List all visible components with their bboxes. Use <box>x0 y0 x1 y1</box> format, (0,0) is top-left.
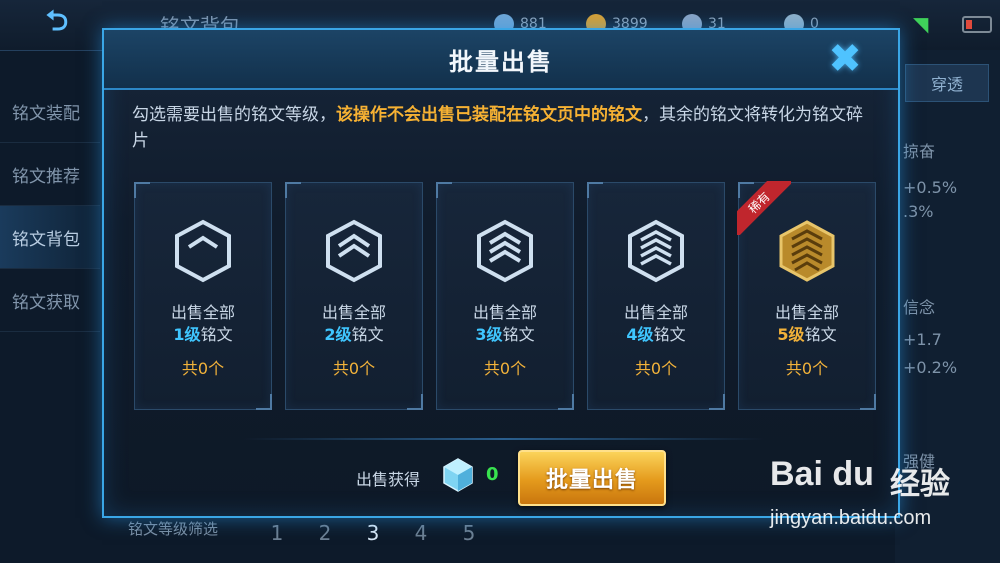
sell-level-4-card[interactable]: 出售全部 4级铭文 共0个 <box>587 182 725 410</box>
card-count: 共0个 <box>634 359 678 378</box>
rune-level-1-icon <box>175 219 231 283</box>
rune-level-3-icon <box>477 219 533 283</box>
rune-level-2-icon <box>326 219 382 283</box>
level-cards: 出售全部 1级铭文 共0个 出售全部 2级铭文 共0个 出售全部 3级铭文 共0… <box>134 181 876 410</box>
nav-item-recommend[interactable]: 铭文推荐 <box>0 143 100 206</box>
card-suffix: 铭文 <box>502 325 535 344</box>
watermark-text: 经验 <box>890 467 950 502</box>
card-line2: 1级铭文 <box>135 321 271 345</box>
stat-text: 掠奋 <box>903 142 936 161</box>
dialog-header: 批量出售 ✖ <box>104 30 898 90</box>
back-arrow-icon: ⮌ <box>45 4 69 37</box>
filter-level-2[interactable]: 2 <box>306 514 344 552</box>
card-level: 5级 <box>777 325 805 344</box>
sell-level-1-card[interactable]: 出售全部 1级铭文 共0个 <box>134 182 272 410</box>
stat-text: +0.5% <box>903 178 958 197</box>
card-count: 共0个 <box>483 359 527 378</box>
card-suffix: 铭文 <box>653 325 686 344</box>
close-icon: ✖ <box>828 36 862 82</box>
card-level: 1级 <box>173 325 201 344</box>
card-line1: 出售全部 <box>774 303 839 322</box>
baidu-watermark: Bai du 经验 jingyan.baidu.com <box>770 455 990 540</box>
card-count: 共0个 <box>332 359 376 378</box>
desc-text: 勾选需要出售的铭文等级， <box>132 105 336 125</box>
stat-text: .3% <box>903 202 934 221</box>
sell-level-2-card[interactable]: 出售全部 2级铭文 共0个 <box>285 182 423 410</box>
nav-item-obtain[interactable]: 铭文获取 <box>0 269 100 332</box>
card-line2: 4级铭文 <box>588 321 724 345</box>
card-suffix: 铭文 <box>200 325 233 344</box>
wifi-icon: ◥ <box>913 12 929 36</box>
gain-value: 0 <box>486 464 499 485</box>
gain-label: 出售获得 <box>356 470 421 489</box>
level-filter: 1 2 3 4 5 <box>258 514 488 552</box>
back-button[interactable]: ⮌ <box>22 4 92 40</box>
battery-icon <box>962 16 992 33</box>
rune-level-4-icon <box>628 219 684 283</box>
watermark-url: jingyan.baidu.com <box>770 507 932 529</box>
filter-level-4[interactable]: 4 <box>402 514 440 552</box>
batch-sell-dialog: 批量出售 ✖ 勾选需要出售的铭文等级，该操作不会出售已装配在铭文页中的铭文，其余… <box>102 28 900 518</box>
desc-warning: 该操作不会出售已装配在铭文页中的铭文 <box>336 105 642 125</box>
card-line1: 出售全部 <box>170 303 235 322</box>
sell-level-3-card[interactable]: 出售全部 3级铭文 共0个 <box>436 182 574 410</box>
card-line2: 2级铭文 <box>286 321 422 345</box>
filter-level-3[interactable]: 3 <box>354 514 392 552</box>
card-level: 4级 <box>626 325 654 344</box>
dialog-description: 勾选需要出售的铭文等级，该操作不会出售已装配在铭文页中的铭文，其余的铭文将转化为… <box>132 102 872 154</box>
nav-item-bag[interactable]: 铭文背包 <box>0 206 100 269</box>
left-nav: 铭文装配 铭文推荐 铭文背包 铭文获取 <box>0 80 100 332</box>
tab-penetration[interactable]: 穿透 <box>905 64 989 102</box>
card-line2: 5级铭文 <box>739 321 875 345</box>
rune-level-5-icon <box>779 220 835 282</box>
watermark-logo: Bai du <box>770 455 874 493</box>
crystal-icon <box>443 458 473 492</box>
card-level: 2级 <box>324 325 352 344</box>
dialog-title: 批量出售 <box>449 48 553 76</box>
card-line2: 3级铭文 <box>437 321 573 345</box>
filter-level-5[interactable]: 5 <box>450 514 488 552</box>
card-line1: 出售全部 <box>472 303 537 322</box>
sell-level-5-card[interactable]: 稀有 出售全部 5级铭文 共0个 <box>737 181 876 410</box>
card-level: 3级 <box>475 325 503 344</box>
card-count: 共0个 <box>181 359 225 378</box>
card-count: 共0个 <box>785 359 829 378</box>
stat-text: +1.7 <box>903 330 942 349</box>
stat-text: 信念 <box>903 298 936 317</box>
close-button[interactable]: ✖ <box>822 36 868 82</box>
card-line1: 出售全部 <box>321 303 386 322</box>
divider <box>244 438 764 440</box>
card-suffix: 铭文 <box>351 325 384 344</box>
stat-text: +0.2% <box>903 358 958 377</box>
batch-sell-button[interactable]: 批量出售 <box>518 450 666 506</box>
card-suffix: 铭文 <box>804 325 837 344</box>
card-line1: 出售全部 <box>623 303 688 322</box>
nav-item-equip[interactable]: 铭文装配 <box>0 80 100 143</box>
filter-level-1[interactable]: 1 <box>258 514 296 552</box>
filter-label: 铭文等级筛选 <box>128 520 219 538</box>
